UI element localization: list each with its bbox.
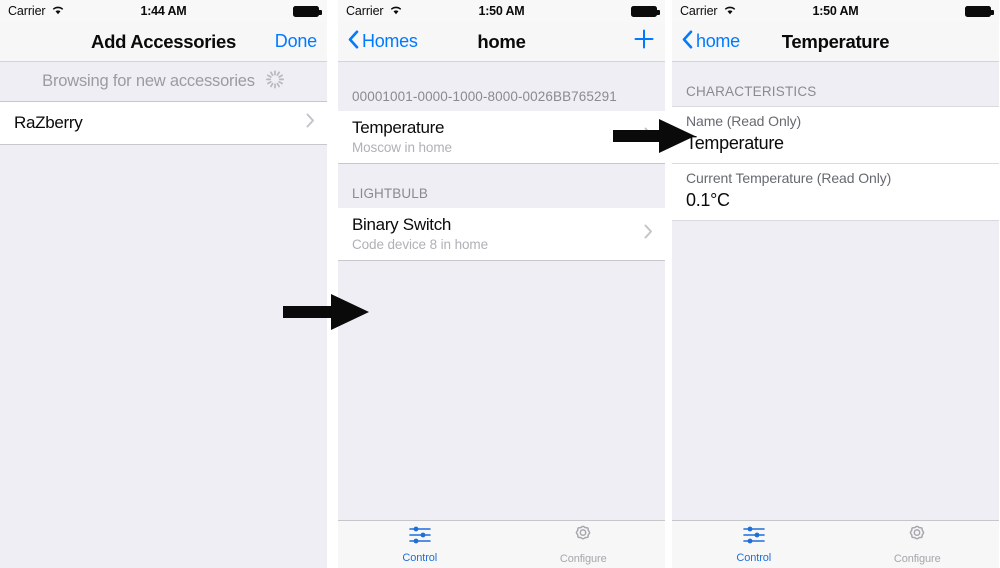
status-bar-right bbox=[293, 5, 322, 17]
tab-configure-label: Configure bbox=[559, 553, 607, 565]
status-bar-left: Carrier bbox=[346, 4, 403, 18]
characteristic-row-current-temperature[interactable]: Current Temperature (Read Only) 0.1°C bbox=[672, 164, 999, 221]
sliders-icon bbox=[408, 525, 432, 550]
browsing-status-row: Browsing for new accessories bbox=[0, 62, 327, 102]
status-bar: Carrier 1:44 AM bbox=[0, 0, 327, 22]
status-bar-left: Carrier bbox=[8, 4, 65, 18]
back-button-label: home bbox=[696, 31, 740, 51]
section-header-lightbulb: LIGHTBULB bbox=[338, 186, 665, 208]
tab-control-label: Control bbox=[736, 552, 772, 564]
flow-arrow-2 bbox=[613, 117, 695, 160]
battery-icon bbox=[293, 5, 322, 17]
section-header-service-uuid: 00001001-0000-1000-8000-0026BB765291 bbox=[338, 89, 665, 111]
carrier-label: Carrier bbox=[680, 4, 718, 18]
empty-list-area bbox=[672, 221, 999, 568]
back-button-label: Homes bbox=[362, 31, 418, 51]
tab-bar: Control Configure bbox=[672, 520, 999, 568]
list-item[interactable]: Binary Switch Code device 8 in home bbox=[338, 208, 665, 261]
navigation-bar: home Temperature bbox=[672, 22, 999, 62]
status-bar-left: Carrier bbox=[680, 4, 737, 18]
navigation-bar: Add Accessories Done bbox=[0, 22, 327, 62]
tab-bar: Control Configure bbox=[338, 520, 665, 568]
gear-icon bbox=[905, 524, 929, 551]
navigation-bar: Homes home bbox=[338, 22, 665, 62]
accessory-name-label: Temperature bbox=[352, 118, 445, 137]
chevron-right-icon bbox=[306, 113, 315, 133]
sliders-icon bbox=[742, 525, 766, 550]
activity-spinner-icon bbox=[265, 69, 285, 94]
section-header-characteristics: CHARACTERISTICS bbox=[672, 62, 999, 107]
done-button[interactable]: Done bbox=[275, 31, 317, 52]
phone-panel-temperature: Carrier 1:50 AM home Temperature CHARACT… bbox=[672, 0, 999, 568]
wifi-icon bbox=[389, 4, 403, 18]
chevron-left-icon bbox=[682, 29, 693, 54]
flow-arrow-1 bbox=[283, 292, 369, 337]
phone-panel-add-accessories: Carrier 1:44 AM Add Accessories Done Bro… bbox=[0, 0, 327, 568]
characteristic-label: Name (Read Only) bbox=[686, 113, 802, 129]
tab-configure-label: Configure bbox=[893, 553, 941, 565]
characteristic-value: Temperature bbox=[686, 133, 784, 153]
accessory-name-label: Binary Switch bbox=[352, 215, 452, 234]
carrier-label: Carrier bbox=[8, 4, 46, 18]
chevron-right-icon bbox=[644, 224, 653, 244]
battery-icon bbox=[965, 5, 994, 17]
tab-configure[interactable]: Configure bbox=[836, 521, 1000, 568]
add-accessory-button[interactable] bbox=[633, 28, 655, 55]
characteristic-row-name[interactable]: Name (Read Only) Temperature bbox=[672, 107, 999, 164]
panel-body: CHARACTERISTICS Name (Read Only) Tempera… bbox=[672, 62, 999, 568]
wifi-icon bbox=[51, 4, 65, 18]
status-bar-right bbox=[631, 5, 660, 17]
status-bar-right bbox=[965, 5, 994, 17]
gear-icon bbox=[571, 524, 595, 551]
tab-control[interactable]: Control bbox=[338, 521, 502, 568]
right-arrow-icon bbox=[283, 294, 369, 336]
right-arrow-icon bbox=[613, 119, 695, 159]
tab-control[interactable]: Control bbox=[672, 521, 836, 568]
empty-list-area bbox=[0, 145, 327, 568]
wifi-icon bbox=[723, 4, 737, 18]
chevron-left-icon bbox=[348, 29, 359, 54]
phone-panel-home: Carrier 1:50 AM Homes home 00001001-0000… bbox=[338, 0, 665, 568]
characteristic-label: Current Temperature (Read Only) bbox=[686, 170, 892, 186]
accessory-name-label: RaZberry bbox=[14, 113, 83, 132]
status-bar: Carrier 1:50 AM bbox=[672, 0, 999, 22]
status-bar: Carrier 1:50 AM bbox=[338, 0, 665, 22]
back-button-homes[interactable]: Homes bbox=[348, 29, 418, 54]
list-item[interactable]: RaZberry bbox=[0, 102, 327, 145]
section-spacer bbox=[338, 62, 665, 89]
section-spacer bbox=[338, 164, 665, 186]
panel-body: Browsing for new accessories RaZberry bbox=[0, 62, 327, 568]
accessory-room-label: Code device 8 in home bbox=[352, 237, 488, 252]
back-button-home[interactable]: home bbox=[682, 29, 740, 54]
tab-control-label: Control bbox=[402, 552, 438, 564]
browsing-status-label: Browsing for new accessories bbox=[42, 72, 255, 90]
accessory-room-label: Moscow in home bbox=[352, 140, 452, 155]
carrier-label: Carrier bbox=[346, 4, 384, 18]
plus-icon bbox=[633, 28, 655, 55]
battery-icon bbox=[631, 5, 660, 17]
tab-configure[interactable]: Configure bbox=[502, 521, 666, 568]
characteristic-value: 0.1°C bbox=[686, 190, 730, 210]
screenshot-stage: Carrier 1:44 AM Add Accessories Done Bro… bbox=[0, 0, 1000, 568]
